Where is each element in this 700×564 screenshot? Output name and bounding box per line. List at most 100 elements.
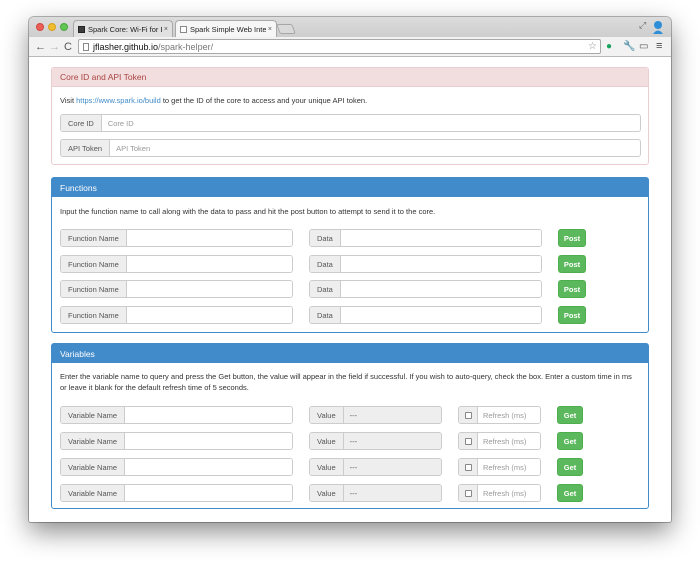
- variable-value-label: Value: [310, 407, 344, 423]
- function-name-input[interactable]: [126, 230, 292, 246]
- variable-name-group: Variable Name: [60, 484, 293, 502]
- variable-value-output: ---: [343, 459, 441, 475]
- variables-intro-line: or leave it blank for the default refres…: [60, 383, 249, 392]
- new-tab-button[interactable]: [276, 24, 296, 34]
- extension-leaf-icon[interactable]: ●: [606, 40, 612, 53]
- refresh-ms-input[interactable]: Refresh (ms): [478, 407, 540, 423]
- page-info-icon[interactable]: [83, 42, 89, 51]
- refresh-ms-input[interactable]: Refresh (ms): [478, 485, 540, 501]
- browser-window: Spark Core: Wi-Fi for Everyth × Spark Si…: [29, 17, 671, 522]
- auto-refresh-group: Refresh (ms): [458, 458, 541, 476]
- post-button[interactable]: Post: [558, 306, 586, 324]
- variable-name-input[interactable]: [125, 485, 292, 501]
- function-data-input[interactable]: [340, 256, 541, 272]
- function-data-group: Data: [309, 306, 542, 324]
- function-name-group: Function Name: [60, 306, 293, 324]
- spark-build-link[interactable]: https://www.spark.io/build: [76, 96, 161, 105]
- get-button[interactable]: Get: [557, 406, 583, 424]
- get-button[interactable]: Get: [557, 484, 583, 502]
- variable-value-output: ---: [343, 485, 441, 501]
- refresh-ms-input[interactable]: Refresh (ms): [478, 433, 540, 449]
- function-name-group: Function Name: [60, 255, 293, 273]
- auto-query-checkbox-wrap: [459, 459, 478, 475]
- document-favicon-icon: [180, 25, 187, 33]
- core-id-label: Core ID: [61, 115, 102, 131]
- bookmark-star-icon[interactable]: ☆: [588, 41, 597, 52]
- tab-close-icon[interactable]: ×: [164, 26, 168, 33]
- window-minimize-button[interactable]: [48, 23, 56, 31]
- address-bar[interactable]: jflasher.github.io /spark-helper/ ☆: [78, 39, 601, 54]
- core-panel: Core ID and API Token Visit https://www.…: [51, 67, 649, 165]
- post-button[interactable]: Post: [558, 229, 586, 247]
- variable-value-output: ---: [343, 433, 441, 449]
- get-button[interactable]: Get: [557, 432, 583, 450]
- auto-query-checkbox-wrap: [459, 485, 478, 501]
- function-data-label: Data: [310, 281, 341, 297]
- variable-name-label: Variable Name: [61, 485, 126, 501]
- auto-query-checkbox-wrap: [459, 433, 478, 449]
- function-data-label: Data: [310, 307, 341, 323]
- browser-toolbar: ← → C jflasher.github.io /spark-helper/ …: [29, 37, 671, 57]
- auto-query-checkbox[interactable]: [464, 437, 472, 445]
- api-token-group: API Token API Token: [60, 139, 641, 157]
- menu-icon[interactable]: ≡: [656, 40, 662, 53]
- function-data-input[interactable]: [340, 230, 541, 246]
- tab-spark-core[interactable]: Spark Core: Wi-Fi for Everyth ×: [73, 20, 173, 37]
- forward-arrow-icon[interactable]: →: [49, 40, 60, 54]
- intro-text: Visit: [60, 96, 77, 105]
- variable-name-group: Variable Name: [60, 432, 293, 450]
- variable-name-input[interactable]: [125, 459, 292, 475]
- function-name-input[interactable]: [126, 307, 292, 323]
- function-data-group: Data: [309, 229, 542, 247]
- variable-name-input[interactable]: [125, 407, 292, 423]
- variable-value-output: ---: [343, 407, 441, 423]
- auto-refresh-group: Refresh (ms): [458, 432, 541, 450]
- tab-close-icon[interactable]: ×: [268, 26, 272, 33]
- variable-name-input[interactable]: [125, 433, 292, 449]
- tab-strip: Spark Core: Wi-Fi for Everyth × Spark Si…: [29, 17, 671, 37]
- auto-query-checkbox-wrap: [459, 407, 478, 423]
- window-close-button[interactable]: [36, 23, 44, 31]
- tab-spark-simple-web-interface[interactable]: Spark Simple Web Interface ×: [175, 20, 277, 37]
- variable-name-label: Variable Name: [61, 407, 126, 423]
- refresh-ms-input[interactable]: Refresh (ms): [478, 459, 540, 475]
- variable-name-label: Variable Name: [61, 459, 126, 475]
- auto-query-checkbox[interactable]: [464, 463, 472, 471]
- function-name-input[interactable]: [126, 256, 292, 272]
- auto-query-checkbox[interactable]: [464, 489, 472, 497]
- function-name-group: Function Name: [60, 280, 293, 298]
- fullscreen-icon[interactable]: ⤢: [639, 20, 646, 31]
- function-name-label: Function Name: [61, 307, 127, 323]
- auto-query-checkbox[interactable]: [464, 411, 472, 419]
- function-data-group: Data: [309, 280, 542, 298]
- function-data-group: Data: [309, 255, 542, 273]
- core-id-input[interactable]: Core ID: [101, 115, 640, 131]
- url-path: /spark-helper/: [158, 41, 214, 52]
- get-button[interactable]: Get: [557, 458, 583, 476]
- cast-icon[interactable]: ▭: [639, 40, 648, 53]
- variable-value-label: Value: [310, 433, 344, 449]
- functions-panel-title: Functions: [52, 178, 648, 197]
- back-arrow-icon[interactable]: ←: [35, 40, 46, 54]
- function-name-group: Function Name: [60, 229, 293, 247]
- page-content: Core ID and API Token Visit https://www.…: [29, 58, 671, 522]
- function-data-input[interactable]: [340, 307, 541, 323]
- api-token-input[interactable]: API Token: [110, 140, 640, 156]
- tab-title: Spark Core: Wi-Fi for Everyth: [88, 24, 162, 34]
- function-data-input[interactable]: [340, 281, 541, 297]
- wrench-icon[interactable]: 🔧: [623, 40, 635, 53]
- post-button[interactable]: Post: [558, 255, 586, 273]
- function-data-label: Data: [310, 256, 341, 272]
- url-host: jflasher.github.io: [93, 41, 159, 52]
- core-id-group: Core ID Core ID: [60, 114, 641, 132]
- function-name-label: Function Name: [61, 230, 127, 246]
- auto-refresh-group: Refresh (ms): [458, 406, 541, 424]
- function-name-input[interactable]: [126, 281, 292, 297]
- post-button[interactable]: Post: [558, 280, 586, 298]
- functions-intro: Input the function name to call along wi…: [60, 207, 436, 216]
- reload-icon[interactable]: C: [64, 40, 72, 54]
- profile-avatar-icon[interactable]: [652, 19, 664, 35]
- intro-text: to get the ID of the core to access and …: [160, 96, 368, 105]
- window-zoom-button[interactable]: [60, 23, 68, 31]
- api-token-label: API Token: [61, 140, 111, 156]
